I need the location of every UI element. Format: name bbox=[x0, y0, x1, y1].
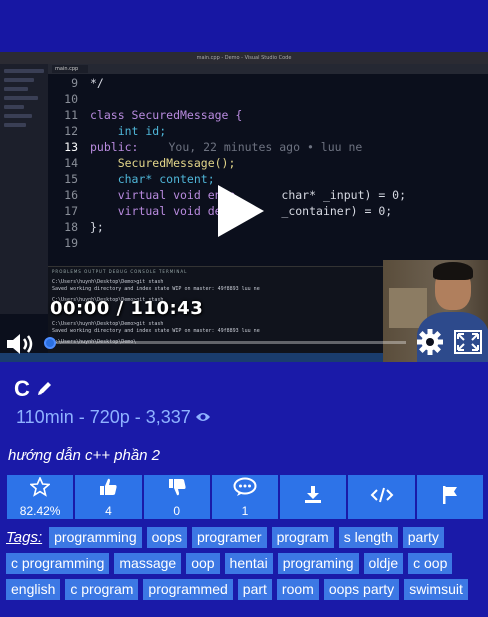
action-bar: 82.42% 4 0 1 bbox=[7, 475, 483, 519]
tag-link[interactable]: programmed bbox=[143, 579, 233, 600]
progress-track bbox=[50, 341, 406, 344]
tags-label[interactable]: Tags: bbox=[6, 527, 42, 548]
like-button[interactable]: 4 bbox=[75, 475, 142, 519]
tag-link[interactable]: oldje bbox=[363, 553, 404, 574]
dislike-count: 0 bbox=[173, 503, 181, 518]
comment-count: 1 bbox=[241, 503, 249, 518]
tag-link[interactable]: part bbox=[237, 579, 272, 600]
time-display: 00:00 / 110:43 bbox=[50, 298, 204, 319]
tag-link[interactable]: s length bbox=[338, 527, 398, 548]
code-line-9: 9 */ bbox=[71, 76, 104, 90]
terminal-tabs: PROBLEMS OUTPUT DEBUG CONSOLE TERMINAL bbox=[52, 269, 188, 274]
code-icon bbox=[370, 487, 394, 508]
ide-titlebar: main.cpp - Demo - Visual Studio Code bbox=[0, 52, 488, 64]
tag-link[interactable]: c programming bbox=[6, 553, 110, 574]
code-line-15: 15 char* content; bbox=[64, 172, 215, 186]
tag-link[interactable]: oops party bbox=[323, 579, 400, 600]
video-title-row: C bbox=[14, 376, 54, 402]
dislike-button[interactable]: 0 bbox=[143, 475, 210, 519]
report-button[interactable] bbox=[416, 475, 483, 519]
fullscreen-icon[interactable] bbox=[454, 330, 482, 359]
rating-value: 82.42% bbox=[19, 503, 61, 518]
download-button[interactable] bbox=[280, 475, 347, 519]
code-line-14: 14 SecuredMessage(); bbox=[64, 156, 236, 170]
ide-sidebar bbox=[0, 64, 48, 314]
thumbs-up-icon bbox=[98, 477, 118, 502]
video-meta: 110min - 720p - 3,337 bbox=[16, 407, 211, 428]
code-line-11: 11 class SecuredMessage { bbox=[64, 108, 243, 122]
top-band bbox=[0, 0, 488, 52]
terminal-line: C:\Users\huynh\Desktop\Demo>git stash bbox=[52, 321, 164, 327]
ide-tabs: main.cpp bbox=[48, 64, 488, 74]
video-title: C bbox=[14, 376, 30, 401]
code-line-10: 10 bbox=[64, 92, 78, 106]
progress-bar[interactable] bbox=[44, 337, 406, 349]
like-count: 4 bbox=[105, 503, 112, 518]
comment-icon bbox=[233, 477, 257, 502]
tag-link[interactable]: programing bbox=[277, 553, 359, 574]
code-line-19: 19 bbox=[64, 236, 78, 250]
progress-knob[interactable] bbox=[44, 337, 56, 349]
tag-link[interactable]: programming bbox=[49, 527, 142, 548]
git-blame: You, 22 minutes ago • luu ne bbox=[168, 140, 363, 154]
comments-button[interactable]: 1 bbox=[211, 475, 279, 519]
tag-link[interactable]: massage bbox=[114, 553, 182, 574]
eye-icon bbox=[195, 407, 211, 428]
tag-link[interactable]: programer bbox=[191, 527, 267, 548]
tag-link[interactable]: program bbox=[271, 527, 334, 548]
meta-text: 110min - 720p - 3,337 bbox=[16, 407, 191, 427]
ide-file-tab: main.cpp bbox=[52, 65, 88, 73]
thumbs-down-icon bbox=[167, 477, 187, 502]
flag-icon bbox=[440, 485, 460, 510]
star-icon bbox=[29, 475, 52, 502]
tag-link[interactable]: hentai bbox=[224, 553, 273, 574]
settings-gear-icon[interactable] bbox=[416, 328, 444, 361]
play-icon[interactable] bbox=[216, 183, 266, 244]
code-editor: 9 */ 10 11 class SecuredMessage { 12 int i… bbox=[48, 76, 488, 266]
embed-button[interactable] bbox=[348, 475, 415, 519]
code-line-12: 12 int id; bbox=[64, 124, 167, 138]
tags-section: Tags: programming oops programer program… bbox=[6, 527, 486, 600]
rating-button[interactable]: 82.42% bbox=[7, 475, 74, 519]
terminal-line: Saved working directory and index state … bbox=[52, 286, 260, 292]
video-player[interactable]: main.cpp - Demo - Visual Studio Code mai… bbox=[0, 52, 488, 362]
pencil-icon[interactable] bbox=[36, 379, 54, 402]
code-line-13: 13 public: You, 22 minutes ago • luu ne bbox=[64, 140, 363, 154]
tag-link[interactable]: swimsuit bbox=[404, 579, 468, 600]
tag-link[interactable]: oops bbox=[146, 527, 187, 548]
download-icon bbox=[303, 485, 323, 510]
video-description: hướng dẫn c++ phần 2 bbox=[8, 447, 161, 464]
tag-link[interactable]: c program bbox=[65, 579, 139, 600]
code-line-18: 18}; bbox=[64, 220, 104, 234]
tag-link[interactable]: room bbox=[276, 579, 319, 600]
volume-icon[interactable] bbox=[6, 332, 36, 361]
tag-link[interactable]: c oop bbox=[408, 553, 453, 574]
tag-link[interactable]: oop bbox=[186, 553, 220, 574]
terminal-line: C:\Users\huynh\Desktop\Demo>git stash bbox=[52, 279, 164, 285]
tag-link[interactable]: english bbox=[6, 579, 61, 600]
terminal-line: Saved working directory and index state … bbox=[52, 328, 260, 334]
tag-link[interactable]: party bbox=[402, 527, 444, 548]
